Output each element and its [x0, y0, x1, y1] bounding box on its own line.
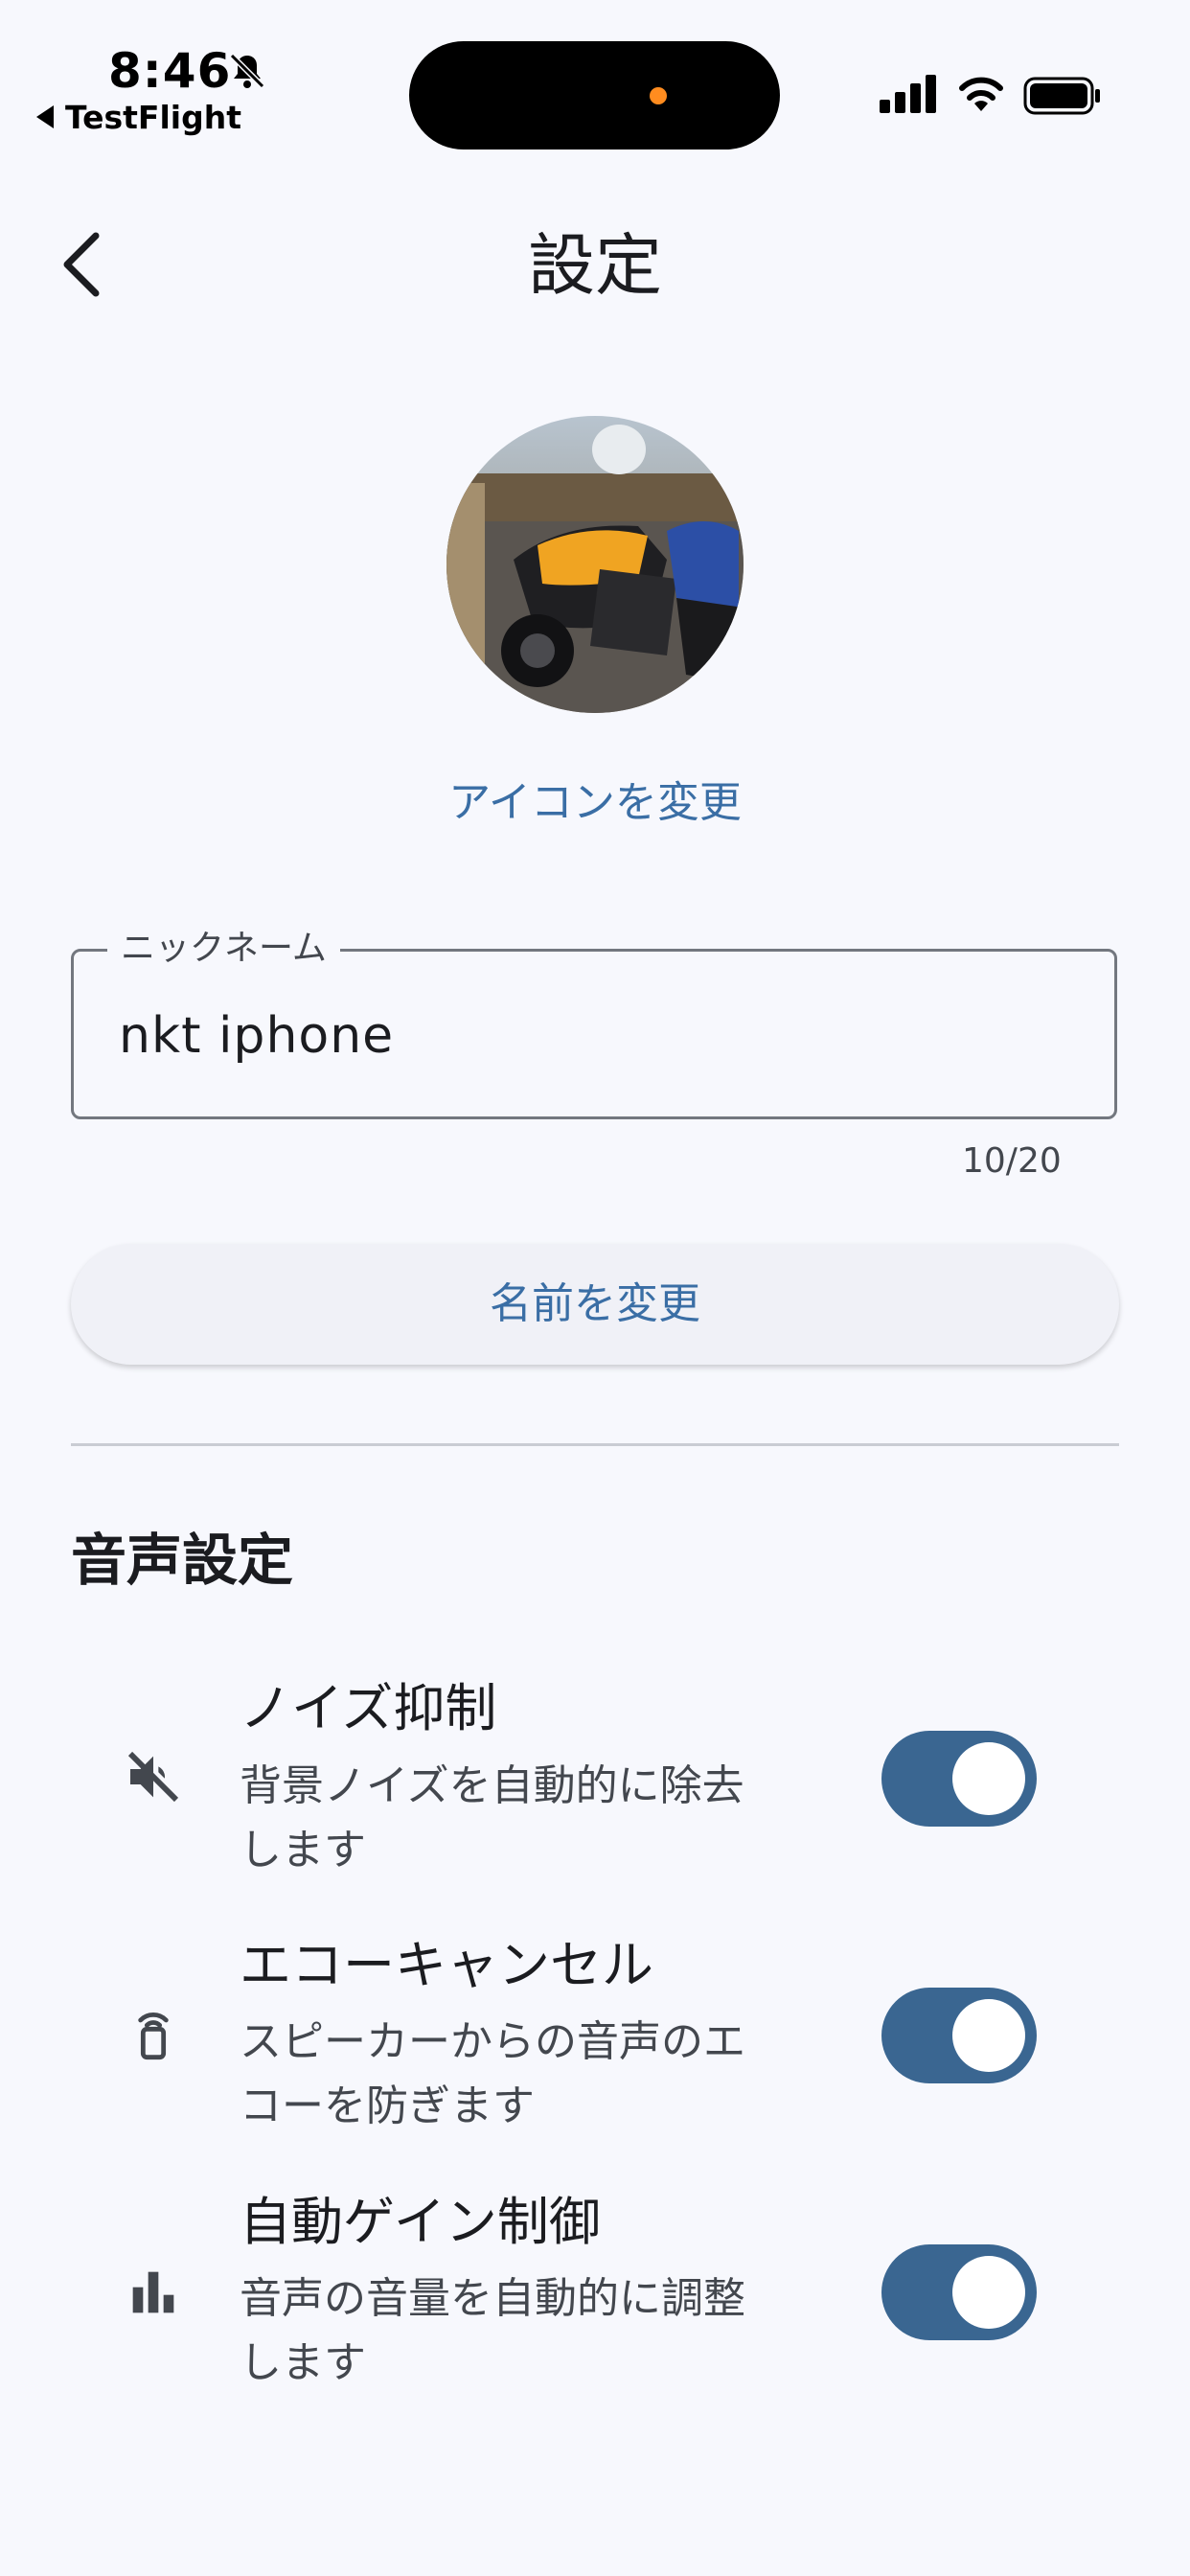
switch-knob [952, 2256, 1025, 2329]
echo-cancel-switch[interactable] [881, 1988, 1037, 2083]
speaker-phone-icon [138, 2012, 169, 2060]
switch-knob [952, 1742, 1025, 1815]
back-to-testflight[interactable]: TestFlight [36, 96, 241, 138]
cellular-signal-icon [880, 75, 936, 113]
noise-suppression-title: ノイズ抑制 [240, 1678, 497, 1738]
back-app-label: TestFlight [65, 98, 241, 136]
noise-suppression-subtitle-line2: します [240, 1826, 366, 1874]
nickname-input[interactable]: nkt iphone [119, 1002, 394, 1070]
auto-gain-subtitle-line2: します [240, 2338, 366, 2387]
rename-button[interactable]: 名前を変更 [71, 1244, 1119, 1365]
change-icon-button[interactable]: アイコンを変更 [0, 774, 1190, 832]
avatar[interactable] [446, 416, 744, 713]
switch-knob [952, 1999, 1025, 2072]
page-title: 設定 [528, 226, 662, 305]
noise-suppression-subtitle: 背景ノイズを自動的に除去 します [240, 1754, 834, 1882]
auto-gain-subtitle-line1: 音声の音量を自動的に調整 [240, 2274, 745, 2323]
auto-gain-title: 自動ゲイン制御 [240, 2192, 601, 2252]
status-time: 8:46 [108, 43, 232, 99]
privacy-indicator-dot [650, 87, 667, 104]
back-triangle-icon [36, 105, 54, 128]
audio-settings-heading: 音声設定 [71, 1528, 294, 1593]
echo-cancel-subtitle-line1: スピーカーからの音声のエ [240, 2017, 745, 2066]
volume-off-icon [127, 1751, 179, 1803]
echo-cancel-title: エコーキャンセル [240, 1935, 653, 1995]
noise-suppression-subtitle-line1: 背景ノイズを自動的に除去 [240, 1761, 744, 1810]
bell-slash-icon [229, 53, 265, 89]
divider [71, 1443, 1119, 1446]
auto-gain-switch[interactable] [881, 2244, 1037, 2340]
noise-suppression-switch[interactable] [881, 1731, 1037, 1827]
dynamic-island [409, 41, 780, 150]
echo-cancel-subtitle: スピーカーからの音声のエ コーを防ぎます [240, 2010, 834, 2138]
wifi-icon [959, 77, 1003, 111]
auto-gain-subtitle: 音声の音量を自動的に調整 します [240, 2266, 834, 2395]
nickname-label: ニックネーム [107, 926, 340, 972]
motorcycle-photo [446, 416, 744, 713]
echo-cancel-subtitle-line2: コーを防ぎます [240, 2082, 535, 2130]
bar-chart-icon [132, 2271, 174, 2313]
character-counter: 10/20 [962, 1141, 1062, 1181]
battery-icon [1023, 77, 1100, 115]
